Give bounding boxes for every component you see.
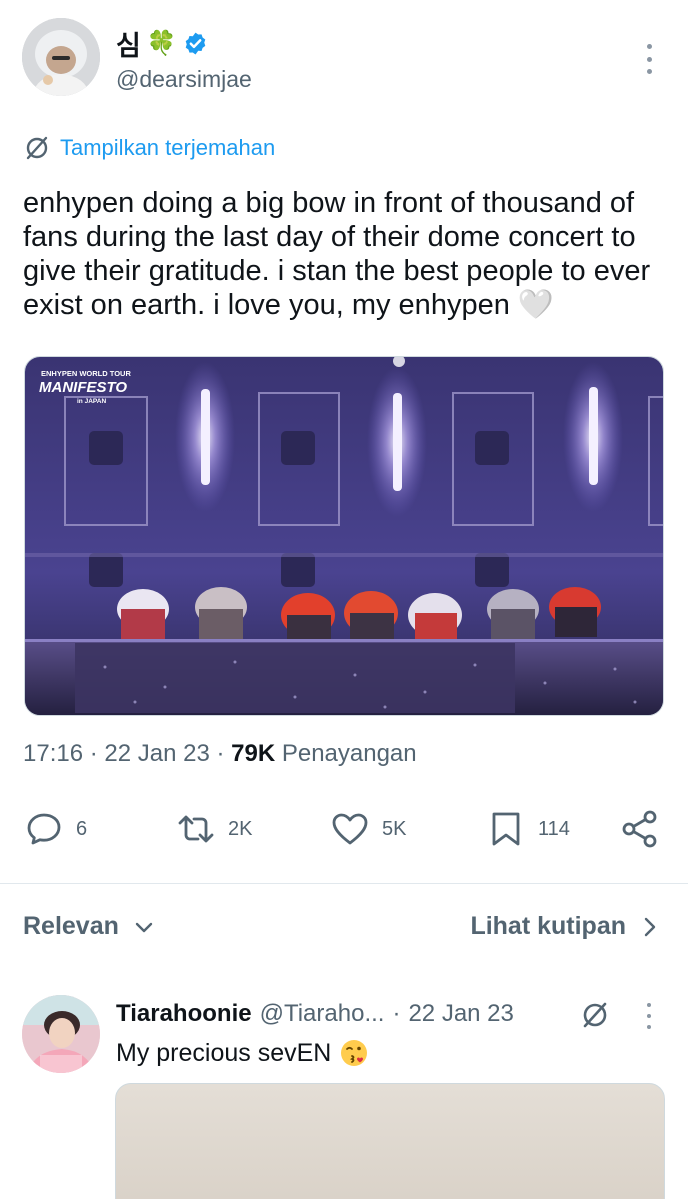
reply-button[interactable]: 6 — [24, 806, 87, 852]
verified-badge-icon — [185, 32, 206, 55]
retweet-count: 2K — [228, 817, 253, 840]
bookmark-count: 114 — [538, 817, 570, 840]
sort-label: Relevan — [23, 912, 119, 940]
translate-label: Tampilkan terjemahan — [60, 135, 276, 160]
reply-text: My precious sevEN — [116, 1038, 332, 1067]
overlay-line3: in JAPAN — [77, 398, 106, 405]
chevron-right-icon — [644, 917, 656, 936]
reply-author-name[interactable]: Tiarahoonie — [116, 1000, 252, 1028]
overlay-line2: MANIFESTO — [39, 379, 127, 396]
views-label: Penayangan — [275, 740, 417, 767]
reply-text-row: My precious sevEN — [116, 1038, 369, 1068]
author-handle[interactable]: @dearsimjae — [116, 66, 252, 93]
author-avatar-image — [22, 18, 100, 96]
view-quotes-button[interactable]: Lihat kutipan — [470, 912, 660, 941]
author-name-row: 심 🍀 — [116, 24, 208, 63]
divider — [0, 883, 688, 884]
like-count: 5K — [382, 817, 407, 840]
meta-sep-1: · — [83, 740, 105, 767]
tweet-media[interactable]: ENHYPEN WORLD TOUR MANIFESTO in JAPAN — [24, 356, 664, 716]
reply-avatar-image — [22, 995, 100, 1073]
reply-icon — [27, 813, 61, 845]
reply-avatar[interactable] — [22, 995, 100, 1073]
reply-author-handle[interactable]: @Tiaraho... — [260, 1000, 385, 1028]
sort-replies-button[interactable]: Relevan — [23, 912, 155, 941]
bookmark-button[interactable]: 114 — [486, 806, 570, 852]
kiss-emoji-icon — [341, 1040, 368, 1066]
overlay-line1: ENHYPEN WORLD TOUR — [41, 369, 131, 378]
reply-sep: · — [392, 1000, 401, 1027]
translate-icon[interactable] — [580, 1000, 610, 1030]
author-avatar[interactable] — [22, 18, 100, 96]
translate-icon — [26, 136, 48, 160]
quotes-label: Lihat kutipan — [470, 912, 626, 940]
tweet-date[interactable]: 22 Jan 23 — [104, 740, 209, 767]
share-button[interactable] — [620, 806, 660, 852]
author-name[interactable]: 심 — [116, 24, 141, 63]
meta-sep-2: · — [209, 740, 232, 767]
tweet-time[interactable]: 17:16 — [23, 740, 83, 767]
reply-header: Tiarahoonie @Tiaraho... · 22 Jan 23 — [116, 1000, 514, 1028]
bookmark-icon — [492, 812, 520, 846]
reply-date[interactable]: 22 Jan 23 — [408, 1000, 513, 1028]
tweet-text: enhypen doing a big bow in front of thou… — [23, 187, 651, 321]
reply-count: 6 — [76, 817, 88, 840]
retweet-icon — [178, 815, 214, 843]
reply-more-icon[interactable] — [641, 1003, 657, 1029]
more-icon[interactable] — [640, 44, 658, 74]
action-bar: 6 2K 5K 114 — [0, 806, 688, 852]
clover-emoji: 🍀 — [146, 29, 177, 57]
concert-photo: ENHYPEN WORLD TOUR MANIFESTO in JAPAN — [25, 357, 663, 715]
views-count: 79K — [231, 740, 276, 767]
like-button[interactable]: 5K — [330, 806, 406, 852]
share-icon — [622, 810, 657, 848]
chevron-down-icon — [135, 922, 153, 932]
reply-media[interactable] — [115, 1083, 665, 1199]
tweet-meta: 17:16 · 22 Jan 23 · 79K Penayangan — [23, 740, 417, 768]
heart-icon — [332, 813, 368, 845]
retweet-button[interactable]: 2K — [176, 806, 252, 852]
translate-button[interactable]: Tampilkan terjemahan — [24, 135, 275, 161]
